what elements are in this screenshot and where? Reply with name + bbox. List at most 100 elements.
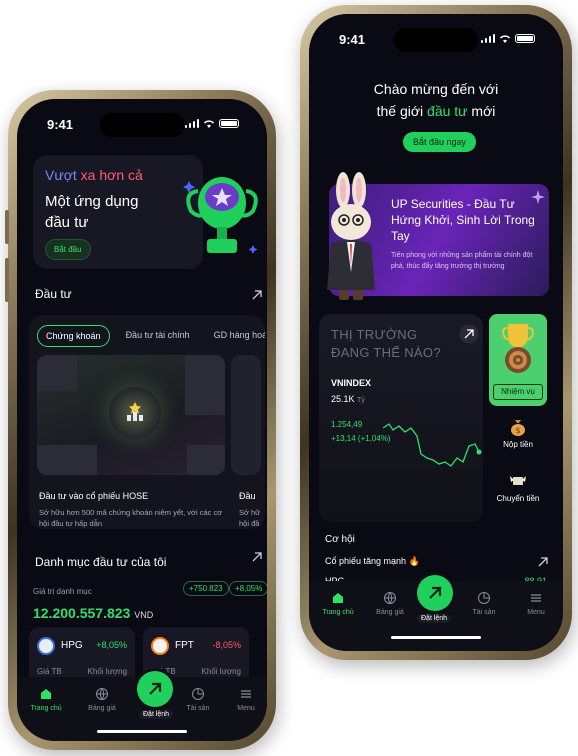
- banner-title: UP Securities - Đầu Tư Hứng Khởi, Sinh L…: [391, 197, 535, 243]
- pie-chart-icon: [478, 592, 490, 604]
- hero-title: Vượt xa hơn cả: [45, 167, 143, 183]
- market-card[interactable]: THỊ TRƯỜNG ĐANG THẾ NÀO? VNINDEX 25.1K Tỷ…: [319, 314, 483, 522]
- card-title: Đầu tư vào cổ phiếu HOSE: [39, 491, 149, 501]
- invest-section-title: Đầu tư: [35, 287, 72, 301]
- home-icon: [41, 689, 51, 699]
- tab-assets[interactable]: Tài sản: [459, 591, 509, 616]
- stock-symbol: HPG: [61, 640, 83, 651]
- deposit-link[interactable]: $ Nộp tiền: [489, 418, 547, 449]
- money-bag-icon: $: [511, 420, 525, 436]
- home-icon: [333, 593, 343, 603]
- arrow-up-right-icon[interactable]: [537, 556, 549, 568]
- bunny-mascot-icon: [327, 172, 375, 300]
- tab-menu[interactable]: Menu: [221, 687, 267, 712]
- card-description: Sở hữu hơn 500 mã chứng khoán niêm yết, …: [39, 508, 223, 528]
- start-now-button[interactable]: Bắt đầu ngay: [403, 132, 477, 152]
- wifi-icon: [500, 35, 510, 43]
- card2-title: Đầu: [239, 491, 256, 501]
- tab-assets[interactable]: Tài sản: [173, 687, 223, 712]
- tab-stocks[interactable]: Chứng khoán: [37, 325, 110, 347]
- status-bar: 9:41: [17, 113, 267, 137]
- index-change: +13,14 (+1,04%): [331, 434, 391, 443]
- mission-label: Nhiệm vụ: [493, 384, 543, 400]
- menu-icon: [241, 690, 251, 698]
- menu-icon: [531, 594, 541, 602]
- portfolio-change-abs: +750.823: [183, 581, 229, 596]
- hot-stocks-label: Cổ phiếu tăng mạnh 🔥: [325, 556, 420, 566]
- tab-menu[interactable]: Menu: [511, 591, 561, 616]
- index-sparkline: [383, 423, 482, 467]
- battery-icon: [515, 34, 535, 43]
- money-wings-icon: [510, 476, 526, 485]
- tab-finance[interactable]: Đầu tư tài chính: [118, 325, 198, 347]
- dynamic-island: [100, 113, 184, 137]
- status-time: 9:41: [47, 117, 74, 132]
- arrow-up-right-icon: [149, 682, 162, 695]
- opportunity-title: Cơ hội: [325, 534, 355, 545]
- status-bar: 9:41: [309, 28, 563, 52]
- welcome-title: Chào mừng đến với thế giới đầu tư mới: [373, 81, 499, 119]
- index-price: 1.254,49: [331, 420, 363, 429]
- portfolio-value: 12.200.557.823 VND: [33, 605, 154, 621]
- hpg-logo-icon: [37, 637, 55, 655]
- order-label: Đặt lệnh: [139, 710, 174, 719]
- pie-chart-icon: [192, 688, 204, 700]
- battery-icon: [219, 119, 239, 128]
- stock-change: +8,05%: [96, 640, 127, 650]
- portfolio-change-pct: +8,05%: [229, 581, 267, 596]
- transfer-link[interactable]: Chuyển tiền: [489, 472, 547, 503]
- fpt-logo-icon: [151, 637, 169, 655]
- home-indicator: [97, 730, 187, 733]
- volume-label: Khối lượng: [87, 667, 127, 676]
- portfolio-label: Giá trị danh mục: [33, 587, 92, 596]
- right-screen: 9:41 Chào mừng đến với thế giới đầu tư m…: [309, 14, 563, 651]
- portfolio-section-title: Danh mục đầu tư của tôi: [35, 555, 167, 569]
- mission-card[interactable]: Nhiệm vụ: [489, 314, 547, 406]
- tab-home[interactable]: Trang chủ: [21, 687, 71, 712]
- left-screen: 9:41 Vượt xa hơn cả Một ứng dụng đầu tư B…: [17, 99, 267, 741]
- status-time: 9:41: [339, 32, 366, 47]
- tab-home[interactable]: Trang chủ: [313, 591, 363, 616]
- invest-card: Chứng khoán Đầu tư tài chính GD hàng hoá…: [29, 315, 265, 529]
- index-name: VNINDEX: [331, 378, 372, 388]
- arrow-up-right-icon: [429, 586, 442, 599]
- hero-card: Vượt xa hơn cả Một ứng dụng đầu tư Bắt đầ…: [33, 155, 203, 269]
- market-title: THỊ TRƯỜNG ĐANG THẾ NÀO?: [331, 327, 441, 360]
- tab-bar: Trang chủ Bảng giá Đặt lệnh Tài sản Menu: [309, 575, 563, 651]
- order-label: Đặt lệnh: [417, 614, 452, 623]
- signal-icon: [184, 119, 199, 128]
- left-phone: 9:41 Vượt xa hơn cả Một ứng dụng đầu tư B…: [5, 90, 276, 750]
- promo-image[interactable]: [37, 355, 225, 475]
- promo-image-2[interactable]: [231, 355, 261, 475]
- index-volume: 25.1K Tỷ: [331, 394, 365, 404]
- sparkle-icon: [531, 190, 545, 204]
- trophy-target-icon: [502, 324, 534, 373]
- avg-price-label: Giá TB: [37, 667, 62, 676]
- tab-bar: Trang chủ Bảng giá Đặt lệnh Tài sản Menu: [17, 671, 267, 741]
- invest-tabs: Chứng khoán Đầu tư tài chính GD hàng hoá: [37, 325, 265, 347]
- trophy-icon: [183, 177, 258, 254]
- hero-subtitle: Một ứng dụng đầu tư: [45, 193, 139, 231]
- tab-commodities[interactable]: GD hàng hoá: [206, 325, 265, 347]
- side-button: [5, 258, 9, 302]
- tab-price-board[interactable]: Bảng giá: [77, 687, 127, 712]
- arrow-up-right-icon[interactable]: [459, 324, 479, 344]
- arrow-up-right-icon[interactable]: [251, 289, 263, 301]
- star-chart-icon: [127, 402, 143, 421]
- order-button[interactable]: [137, 671, 173, 707]
- wifi-icon: [204, 120, 214, 128]
- signal-icon: [480, 34, 495, 43]
- stock-symbol: FPT: [175, 640, 194, 651]
- globe-icon: [96, 688, 108, 701]
- side-button: [5, 210, 9, 244]
- arrow-up-right-icon[interactable]: [251, 551, 263, 563]
- svg-text:$: $: [515, 426, 520, 435]
- volume-label: Khối lượng: [201, 667, 241, 676]
- right-phone: 9:41 Chào mừng đến với thế giới đầu tư m…: [300, 5, 572, 660]
- order-button[interactable]: [417, 575, 453, 611]
- dynamic-island: [394, 28, 478, 52]
- stock-change: -8,05%: [212, 640, 241, 650]
- tab-price-board[interactable]: Bảng giá: [365, 591, 415, 616]
- globe-icon: [384, 592, 396, 605]
- start-button[interactable]: Bắt đầu: [45, 239, 91, 260]
